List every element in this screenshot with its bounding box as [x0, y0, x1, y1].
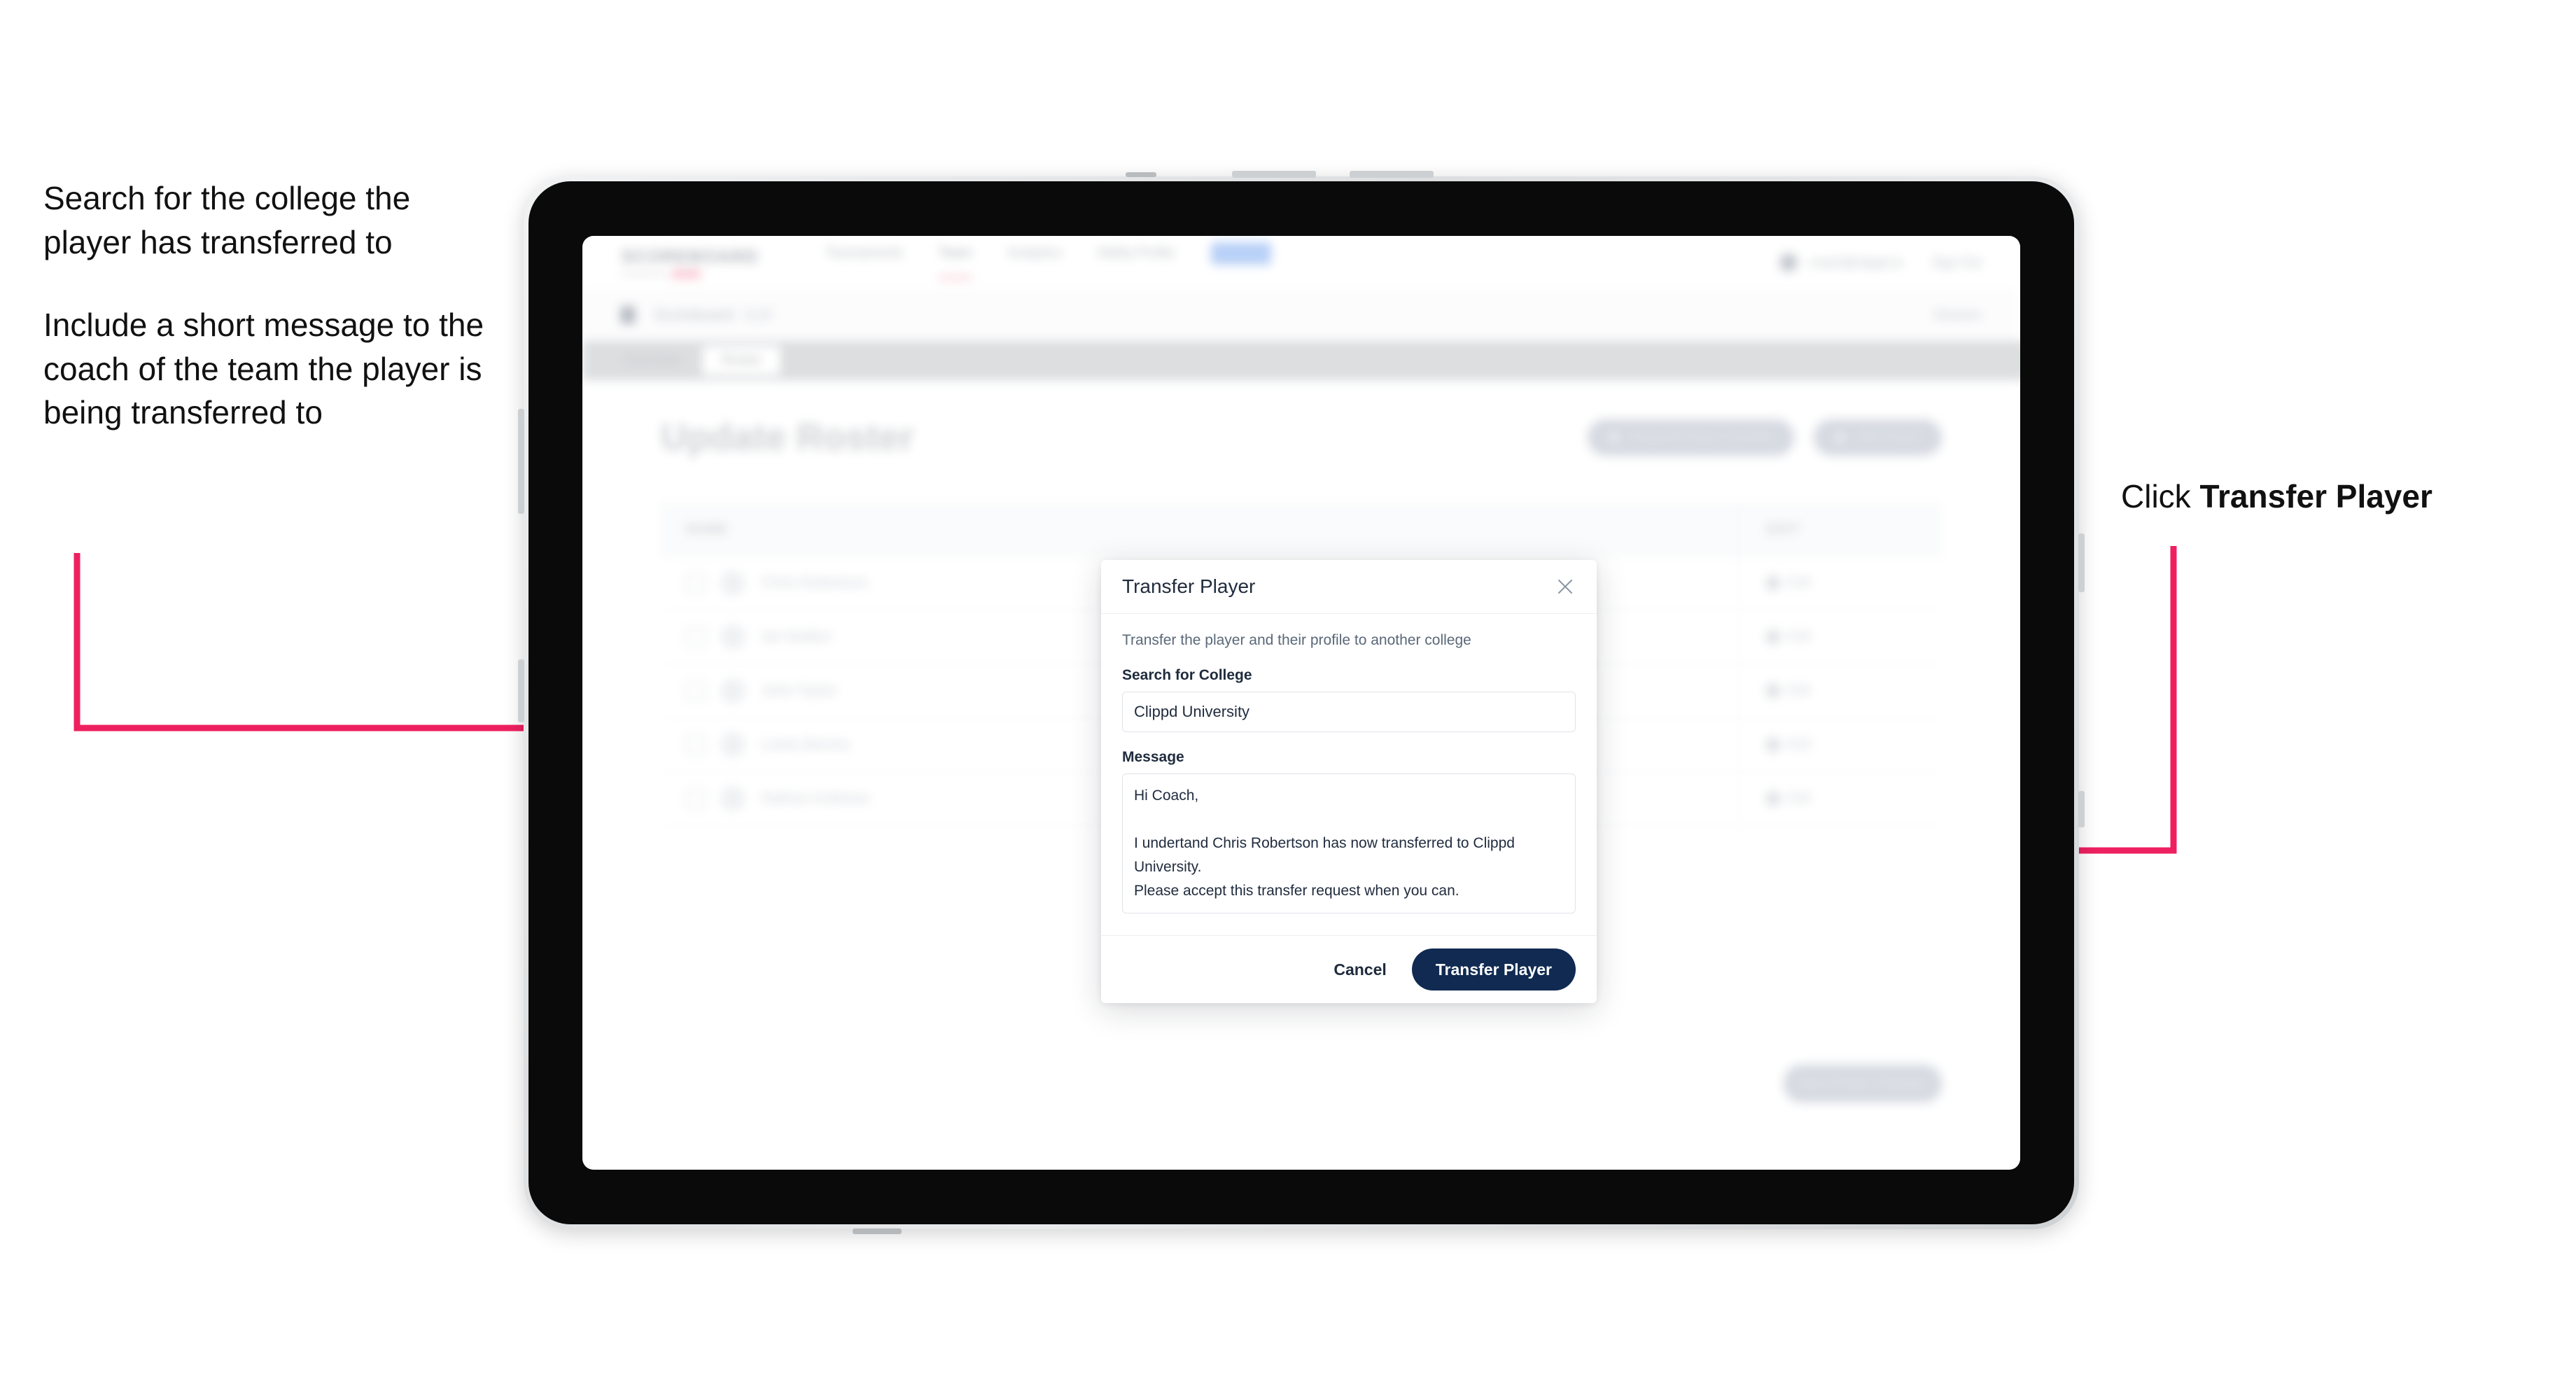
annotation-right-prefix: Click: [2121, 478, 2200, 514]
close-icon[interactable]: [1553, 575, 1577, 598]
modal-header: Transfer Player: [1101, 560, 1597, 614]
transfer-player-submit-button[interactable]: Transfer Player: [1411, 948, 1576, 990]
message-field-label: Message: [1122, 749, 1184, 765]
modal-footer: Cancel Transfer Player: [1101, 935, 1597, 1003]
search-college-input[interactable]: [1122, 692, 1576, 732]
device-side-button[interactable]: [518, 409, 524, 514]
college-field-label: Search for College: [1122, 667, 1252, 683]
annotation-left: Search for the college the player has tr…: [43, 176, 491, 435]
modal-body: Transfer the player and their profile to…: [1101, 614, 1597, 935]
volume-up-button[interactable]: [1232, 171, 1316, 178]
tablet-bezel: SCOREBOARD Powered by Tournaments Team A…: [528, 181, 2074, 1224]
tablet-device-frame: SCOREBOARD Powered by Tournaments Team A…: [518, 171, 2085, 1234]
annotation-right: Click Transfer Player: [2121, 476, 2432, 518]
device-bottom-connector: [853, 1228, 902, 1234]
annotation-left-line-1: Search for the college the player has tr…: [43, 180, 411, 260]
message-textarea[interactable]: Hi Coach, I undertand Chris Robertson ha…: [1122, 774, 1576, 913]
tablet-screen: SCOREBOARD Powered by Tournaments Team A…: [582, 236, 2020, 1170]
field-spacer: [1122, 732, 1576, 749]
device-side-button-secondary[interactable]: [518, 659, 524, 722]
device-antenna-line: [1126, 172, 1156, 177]
device-right-button[interactable]: [2078, 533, 2085, 592]
modal-description: Transfer the player and their profile to…: [1122, 632, 1471, 648]
modal-title: Transfer Player: [1122, 575, 1256, 597]
annotation-left-line-2: Include a short message to the coach of …: [43, 307, 484, 431]
cancel-button[interactable]: Cancel: [1329, 955, 1390, 985]
annotation-right-strong: Transfer Player: [2199, 478, 2432, 514]
volume-down-button[interactable]: [1350, 171, 1434, 178]
transfer-player-modal: Transfer Player Transfer the player and …: [1101, 560, 1597, 1003]
device-right-button-secondary[interactable]: [2078, 791, 2085, 827]
